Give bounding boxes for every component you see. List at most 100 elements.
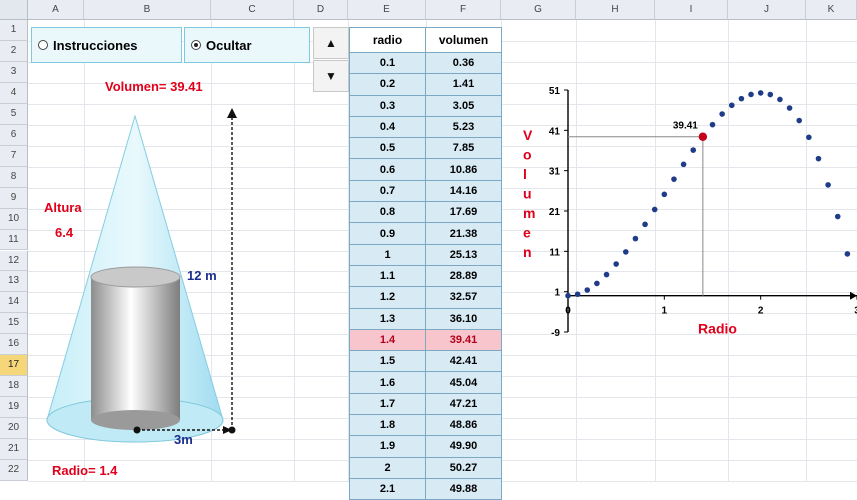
table-row: 0.6 10.86	[349, 158, 502, 181]
data-point	[661, 191, 668, 198]
radio-cell[interactable]: 2.1	[349, 477, 426, 500]
volumen-cell[interactable]: 49.90	[425, 435, 502, 458]
column-header-h[interactable]: H	[576, 0, 655, 20]
radio-cell[interactable]: 0.7	[349, 179, 426, 203]
row-header-7[interactable]: 7	[0, 145, 28, 167]
radio-cell[interactable]: 1	[349, 243, 426, 266]
volumen-cell[interactable]: 42.41	[425, 350, 502, 373]
row-header-16[interactable]: 16	[0, 334, 28, 356]
row-header-10[interactable]: 10	[0, 208, 28, 230]
radio-cell[interactable]: 1.6	[349, 371, 426, 394]
radio-cell[interactable]: 1.1	[349, 264, 426, 288]
select-all-corner[interactable]	[0, 0, 28, 20]
altura-value: 6.4	[55, 225, 74, 240]
column-header-k[interactable]: K	[806, 0, 857, 20]
radio-cell[interactable]: 1.4	[349, 328, 426, 352]
table-row: 1.1 28.89	[349, 264, 502, 288]
radio-cell[interactable]: 2	[349, 456, 426, 479]
instrucciones-label: Instrucciones	[53, 37, 138, 53]
row-header-15[interactable]: 15	[0, 313, 28, 335]
volumen-cell[interactable]: 25.13	[425, 243, 502, 266]
row-header-19[interactable]: 19	[0, 397, 28, 419]
row-header-5[interactable]: 5	[0, 103, 28, 125]
row-header-6[interactable]: 6	[0, 124, 28, 146]
radio-cell[interactable]: 0.8	[349, 201, 426, 224]
volumen-cell[interactable]: 48.86	[425, 414, 502, 437]
volumen-cell[interactable]: 49.88	[425, 477, 502, 500]
row-header-8[interactable]: 8	[0, 166, 28, 188]
radio-cell[interactable]: 1.8	[349, 414, 426, 437]
radio-cell[interactable]: 0.4	[349, 115, 426, 139]
radio-cell[interactable]: 1.3	[349, 307, 426, 330]
volumen-cell[interactable]: 21.38	[425, 222, 502, 245]
row-header-21[interactable]: 21	[0, 439, 28, 461]
volumen-cell[interactable]: 17.69	[425, 201, 502, 224]
radio-cell[interactable]: 0.1	[349, 51, 426, 75]
table-row: 2 50.27	[349, 456, 502, 479]
spin-up-button[interactable]: ▲	[313, 27, 349, 59]
volumen-cell[interactable]: 28.89	[425, 264, 502, 288]
volumen-cell[interactable]: 14.16	[425, 179, 502, 203]
radio-cell[interactable]: 1.7	[349, 392, 426, 416]
volumen-cell[interactable]: 3.05	[425, 94, 502, 117]
y-tick-label: 21	[549, 207, 561, 218]
y-tick-label: 41	[549, 126, 561, 137]
row-header-9[interactable]: 9	[0, 187, 28, 209]
column-header-i[interactable]: I	[655, 0, 728, 20]
volumen-cell[interactable]: 1.41	[425, 73, 502, 96]
row-header-4[interactable]: 4	[0, 82, 28, 104]
column-header-d[interactable]: D	[294, 0, 348, 20]
volumen-cell[interactable]: 0.36	[425, 51, 502, 75]
radio-cell[interactable]: 1.5	[349, 350, 426, 373]
spin-down-button[interactable]: ▼	[313, 60, 349, 92]
radio-cell[interactable]: 0.3	[349, 94, 426, 117]
radio-cell[interactable]: 0.6	[349, 158, 426, 181]
volumen-cell[interactable]: 45.04	[425, 371, 502, 394]
volumen-cell[interactable]: 50.27	[425, 456, 502, 479]
volumen-cell[interactable]: 5.23	[425, 115, 502, 139]
data-point	[834, 213, 841, 220]
row-header-3[interactable]: 3	[0, 61, 28, 83]
header-volumen[interactable]: volumen	[425, 27, 502, 53]
column-header-a[interactable]: A	[28, 0, 84, 20]
column-header-f[interactable]: F	[426, 0, 501, 20]
volumen-cell[interactable]: 10.86	[425, 158, 502, 181]
volumen-cell[interactable]: 36.10	[425, 307, 502, 330]
row-header-14[interactable]: 14	[0, 292, 28, 314]
column-header-g[interactable]: G	[501, 0, 576, 20]
row-header-1[interactable]: 1	[0, 20, 28, 41]
radio-cell[interactable]: 1.9	[349, 435, 426, 458]
column-header-c[interactable]: C	[211, 0, 294, 20]
row-header-22[interactable]: 22	[0, 460, 28, 481]
option-ocultar[interactable]: Ocultar	[184, 27, 310, 63]
volumen-cell[interactable]: 39.41	[425, 328, 502, 352]
column-header-j[interactable]: J	[728, 0, 806, 20]
volumen-cell[interactable]: 7.85	[425, 137, 502, 160]
volumen-cell[interactable]: 47.21	[425, 392, 502, 416]
y-tick-label: 11	[549, 247, 560, 258]
radius-dimension-label: 3m	[174, 432, 193, 447]
option-instrucciones[interactable]: Instrucciones	[31, 27, 182, 63]
row-header-12[interactable]: 12	[0, 250, 28, 272]
table-row: 1.3 36.10	[349, 307, 502, 330]
radio-cell[interactable]: 0.2	[349, 73, 426, 96]
center-dot	[133, 426, 141, 434]
data-table: radio volumen 0.1 0.36 0.2 1.41 0.3 3.05 0.4 5.…	[349, 27, 502, 500]
row-header-13[interactable]: 13	[0, 271, 28, 293]
radio-cell[interactable]: 0.5	[349, 137, 426, 160]
column-header-b[interactable]: B	[84, 0, 211, 20]
radio-cell[interactable]: 0.9	[349, 222, 426, 245]
row-header-2[interactable]: 2	[0, 40, 28, 62]
row-header-17[interactable]: 17	[0, 355, 28, 377]
volumen-cell[interactable]: 32.57	[425, 286, 502, 309]
data-point	[767, 91, 774, 98]
column-header-e[interactable]: E	[348, 0, 426, 20]
radio-unselected-icon[interactable]	[38, 40, 48, 50]
radio-selected-icon[interactable]	[191, 40, 201, 50]
radio-cell[interactable]: 1.2	[349, 286, 426, 309]
row-header-18[interactable]: 18	[0, 376, 28, 398]
row-header-11[interactable]: 11	[0, 229, 28, 251]
data-point	[671, 176, 677, 182]
row-header-20[interactable]: 20	[0, 418, 28, 440]
header-radio[interactable]: radio	[349, 27, 426, 53]
